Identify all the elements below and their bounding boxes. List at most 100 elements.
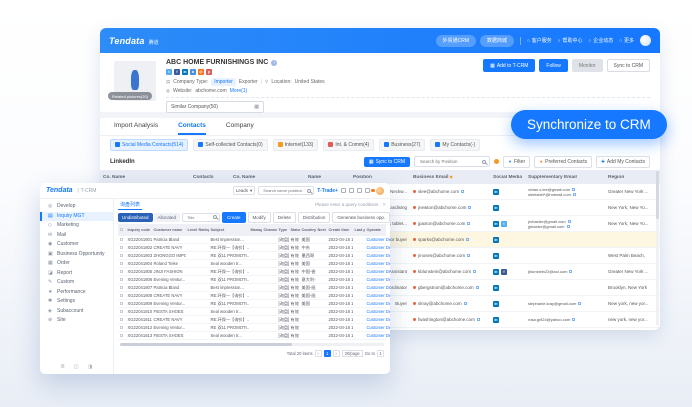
copy-icon[interactable] — [566, 224, 570, 228]
contact-filter-chip-social-media-contacts-514[interactable]: Social Media Contacts(514) — [110, 138, 189, 151]
sidebar-item-marketing[interactable]: ◇ Marketing — [40, 221, 113, 231]
calendar-icon[interactable] — [349, 188, 354, 193]
related-pictures-badge[interactable]: Related pictures(20) — [108, 92, 153, 100]
social-linkedin-icon[interactable]: in — [493, 236, 499, 243]
search-icon[interactable] — [213, 215, 218, 219]
copy-icon[interactable] — [461, 190, 465, 193]
inquiry-row[interactable]: XG22041802 CREATE NAVY RE:环保—【询价】... [询盘] 有效… — [118, 244, 390, 252]
toolbar-tab-allocated[interactable]: Allocated — [153, 212, 181, 222]
vertical-scrollbar[interactable] — [656, 171, 659, 326]
row-checkbox[interactable] — [119, 245, 123, 249]
search-icon[interactable] — [482, 159, 487, 164]
title-search-input[interactable] — [185, 213, 213, 221]
add-to-tcrm-button[interactable]: ▦ Add to T-CRM — [483, 59, 536, 72]
copy-icon[interactable] — [468, 206, 472, 209]
customer-details-link[interactable]: Customer Details — [365, 309, 391, 314]
inquiry-list-tab[interactable]: 询盘列表 — [118, 199, 143, 210]
social-linkedin-icon[interactable]: in — [493, 204, 499, 211]
copy-icon[interactable] — [467, 222, 471, 225]
toolbar-button-distribution[interactable]: Distribution — [297, 211, 331, 223]
message-icon[interactable] — [357, 188, 362, 193]
row-checkbox[interactable] — [119, 301, 123, 305]
copy-icon[interactable] — [578, 302, 582, 305]
inquiry-row[interactable]: XG22041809 Evening Ventur... RE 双11 PROMOT… — [118, 300, 390, 308]
topnav-pill-item[interactable]: 数据商城 — [480, 34, 515, 47]
sync-to-crm-button[interactable]: Sync to CRM — [606, 59, 650, 72]
question-icon[interactable] — [365, 188, 370, 193]
goto-page-input[interactable]: 1 — [377, 349, 384, 357]
filter-button[interactable]: ▼ Filter — [503, 155, 531, 168]
inquiry-row[interactable]: XG22041808 CREATE NAVY RE:环保—【询价】... [询盘] 有效… — [118, 292, 390, 300]
linkedin-icon[interactable]: in — [182, 69, 188, 75]
contact-filter-chip-int-comm-4[interactable]: Int. & Comm(4) — [323, 138, 375, 151]
copy-icon[interactable] — [475, 286, 479, 289]
inquiry-row[interactable]: XG22041804 Roland Tieke Seal wooden tr... [… — [118, 260, 390, 268]
scope-select[interactable]: Leads ▾ — [232, 186, 256, 195]
toolbar-tab-undistributed[interactable]: Undistributed — [118, 212, 153, 222]
copy-icon[interactable] — [572, 187, 576, 191]
sidebar-item-performance[interactable]: ★ Performance — [40, 288, 113, 298]
sidebar-item-site[interactable]: ⊕ Site — [40, 316, 113, 326]
row-checkbox[interactable] — [119, 269, 123, 273]
contact-filter-chip-my-contacts[interactable]: My Contacts(-) — [430, 138, 481, 151]
monitor-button[interactable]: Monitor — [571, 59, 603, 72]
copy-icon[interactable] — [572, 318, 576, 321]
copy-icon[interactable] — [476, 318, 480, 321]
customer-details-link[interactable]: Customer Details — [365, 261, 391, 266]
row-checkbox[interactable] — [119, 325, 123, 329]
contact-filter-chip-self-collected-contacts-0[interactable]: Self-collected Contacts(0) — [193, 138, 268, 151]
topnav-link-item[interactable]: ○ 客户服务 — [527, 37, 552, 44]
copy-icon[interactable] — [467, 254, 471, 257]
twitter-icon[interactable]: t — [166, 69, 172, 75]
email-icon[interactable]: @ — [198, 69, 204, 75]
customer-details-link[interactable]: Customer Details — [365, 333, 391, 338]
sidebar-item-order[interactable]: ▦ Order — [40, 259, 113, 269]
row-checkbox[interactable] — [119, 237, 123, 241]
row-checkbox[interactable] — [119, 277, 123, 281]
customer-details-link[interactable]: Customer Details — [365, 325, 391, 330]
row-checkbox[interactable] — [119, 253, 123, 257]
sidebar-item-settings[interactable]: ✱ Settings — [40, 297, 113, 307]
customer-details-link[interactable]: Customer Details — [365, 285, 391, 290]
social-linkedin-icon[interactable]: in — [493, 284, 499, 291]
toolbar-button-modify[interactable]: Modify — [247, 211, 271, 223]
copy-icon[interactable] — [567, 219, 571, 223]
customer-details-link[interactable]: Customer Details — [365, 277, 391, 282]
topnav-link-item[interactable]: ○ 企业动态 — [589, 37, 614, 44]
toolbar-button-generate-business-opp[interactable]: Generate business opp. — [332, 211, 390, 223]
copy-icon[interactable] — [569, 270, 573, 273]
copy-icon[interactable] — [473, 270, 477, 273]
toolbar-button-create[interactable]: Create — [222, 211, 246, 223]
sidebar-item-inquiry-mgt[interactable]: ▤ Inquiry MGT — [40, 211, 113, 221]
help-icon[interactable]: ? — [271, 59, 278, 66]
toolbar-button-delete[interactable]: Delete — [272, 211, 296, 223]
row-checkbox[interactable] — [119, 317, 123, 321]
t-trade-link[interactable]: T-Trade+ — [317, 188, 338, 194]
row-checkbox[interactable] — [119, 309, 123, 313]
global-search-input[interactable] — [261, 187, 306, 194]
inquiry-row[interactable]: XG22041801 Patricia Bland Best impression.… — [118, 236, 390, 244]
inquiry-row[interactable]: XG22041803ZHONGGO IMPOR... RE 双11 PROMOTI… — [118, 252, 390, 260]
inquiry-row[interactable]: XG22041810 FIESTA SHOES Seal wooden tr... [… — [118, 308, 390, 316]
follow-button[interactable]: Follow — [539, 59, 568, 72]
social-linkedin-icon[interactable]: in — [493, 188, 499, 195]
select-all-checkbox[interactable] — [119, 227, 123, 232]
website-link[interactable]: abchome.com — [195, 88, 226, 94]
sidebar-item-subaccount[interactable]: ◈ Subaccount — [40, 307, 113, 317]
copy-icon[interactable] — [572, 192, 576, 196]
synchronize-to-crm-pill[interactable]: Synchronize to CRM — [511, 110, 667, 139]
row-checkbox[interactable] — [119, 285, 123, 289]
row-checkbox[interactable] — [119, 333, 123, 337]
sidebar-item-report[interactable]: ◪ Report — [40, 269, 113, 279]
topnav-link-item[interactable]: ○ 帮助中心 — [558, 37, 583, 44]
tab-company[interactable]: Company — [226, 118, 254, 135]
scrollbar-thumb[interactable] — [120, 342, 292, 346]
tab-contacts[interactable]: Contacts — [178, 118, 206, 135]
sidebar-item-mail[interactable]: ✉ Mail — [40, 231, 113, 241]
search-icon[interactable] — [307, 188, 312, 193]
tab-import-analysis[interactable]: Import Analysis — [114, 118, 158, 135]
social-twitter-icon[interactable]: t — [501, 220, 507, 227]
customer-details-link[interactable]: Customer Details — [365, 269, 391, 274]
inquiry-row[interactable]: XG22041806 Evening Ventur... RE 双11 PROMOT… — [118, 276, 390, 284]
customer-details-link[interactable]: Customer Details — [365, 317, 391, 322]
